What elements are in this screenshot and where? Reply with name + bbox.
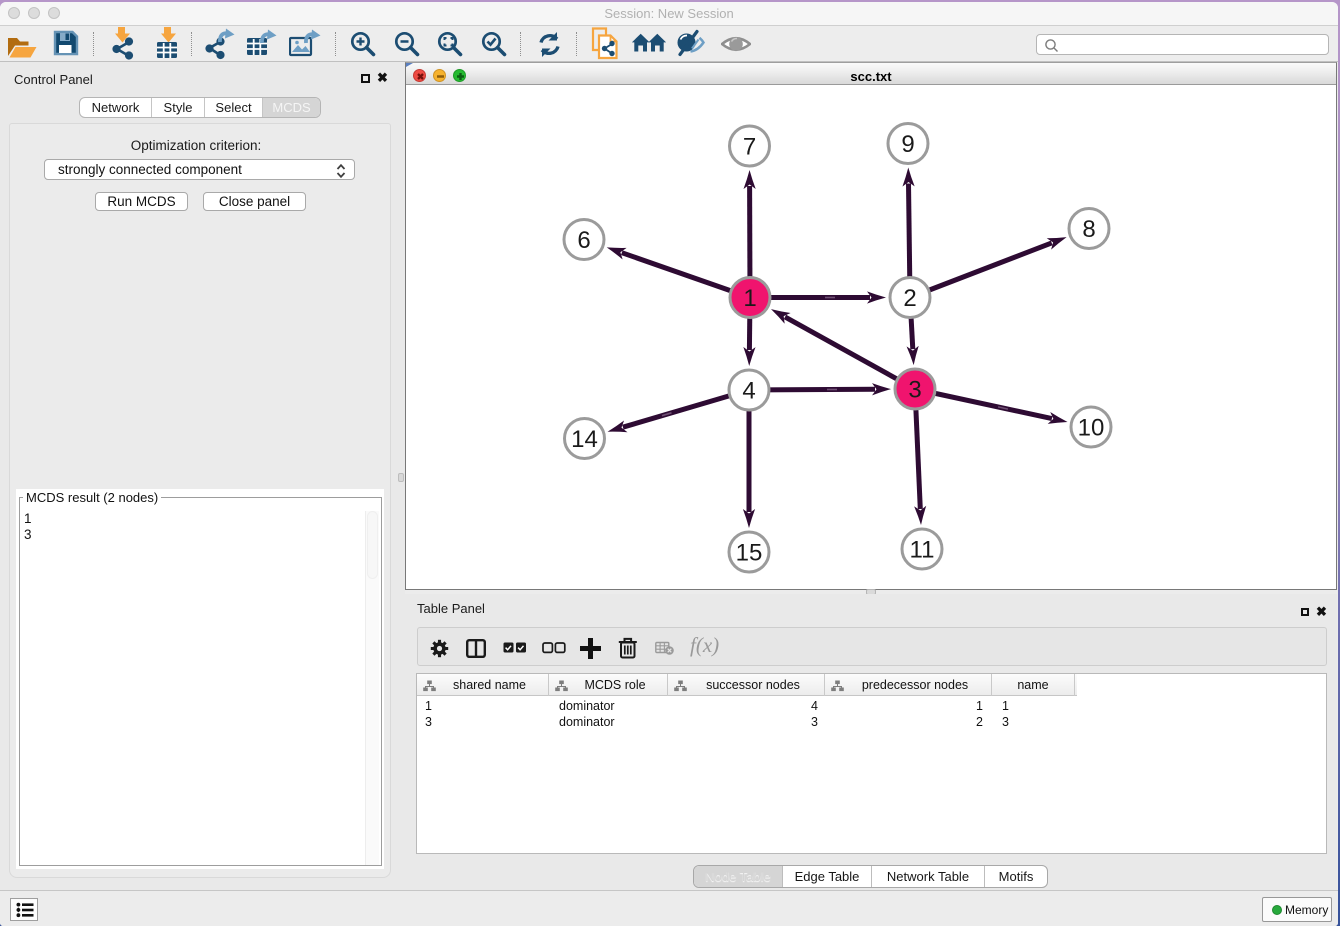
svg-text:7: 7 [743, 134, 756, 161]
svg-text:10: 10 [1078, 415, 1105, 442]
svg-text:9: 9 [901, 131, 914, 158]
svg-text:14: 14 [571, 426, 598, 453]
svg-text:3: 3 [908, 377, 921, 404]
svg-text:2: 2 [903, 285, 916, 312]
svg-text:f(x): f(x) [690, 635, 719, 657]
svg-text:6: 6 [577, 227, 590, 254]
svg-text:8: 8 [1082, 216, 1095, 243]
svg-text:1: 1 [743, 285, 756, 312]
svg-text:4: 4 [742, 378, 755, 405]
svg-text:11: 11 [910, 537, 935, 564]
svg-text:15: 15 [736, 540, 763, 567]
